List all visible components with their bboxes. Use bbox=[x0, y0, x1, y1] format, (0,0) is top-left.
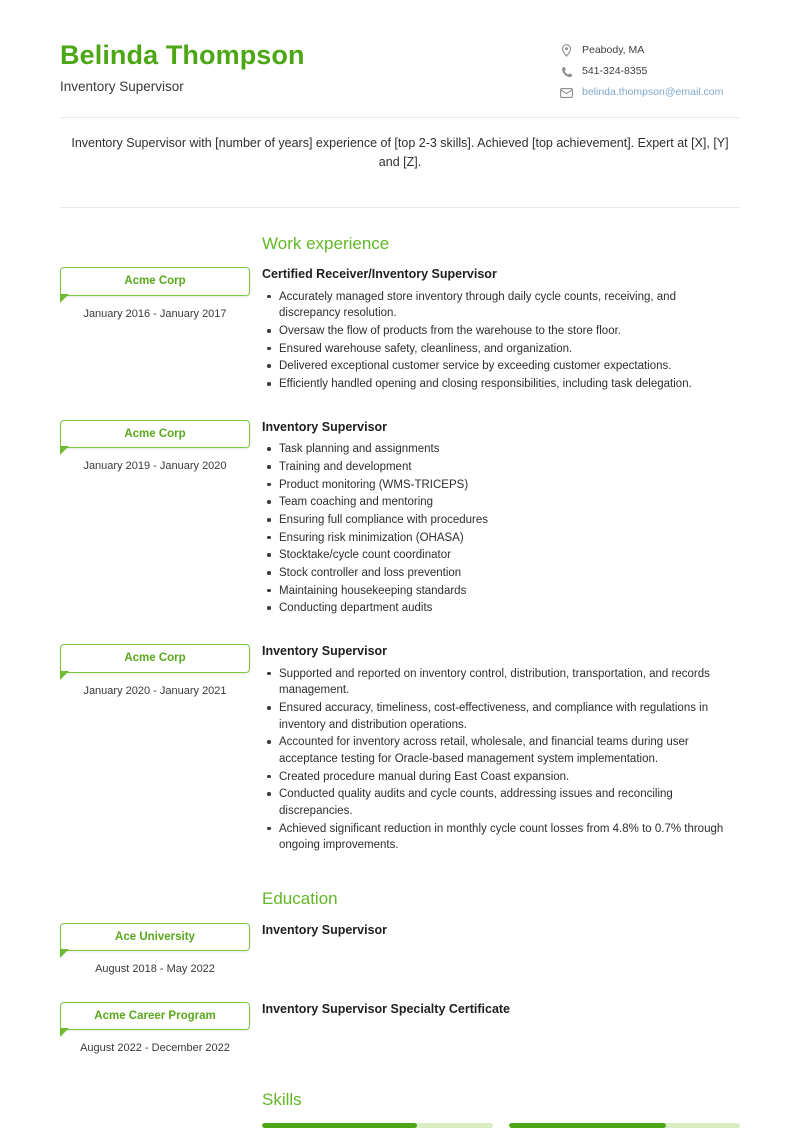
education-entry-dates: August 2018 - May 2022 bbox=[95, 962, 215, 975]
list-item: Stock controller and loss prevention bbox=[267, 565, 740, 582]
list-item: Oversaw the flow of products from the wa… bbox=[267, 323, 740, 340]
list-item: Achieved significant reduction in monthl… bbox=[267, 821, 740, 854]
skill-item: Inventory Management bbox=[262, 1123, 493, 1128]
contact-phone-text: 541-324-8355 bbox=[582, 65, 648, 78]
envelope-icon bbox=[560, 86, 573, 99]
list-item: Ensuring full compliance with procedures bbox=[267, 512, 740, 529]
work-entry-dates: January 2019 - January 2020 bbox=[83, 460, 227, 473]
institution-badge: Acme Career Program bbox=[60, 1002, 250, 1038]
contact-email: belinda.thompson@email.com bbox=[560, 86, 740, 99]
candidate-name: Belinda Thompson bbox=[60, 40, 305, 70]
list-item: Accurately managed store inventory throu… bbox=[267, 289, 740, 322]
skill-progress-track bbox=[262, 1123, 493, 1128]
candidate-job-title: Inventory Supervisor bbox=[60, 79, 184, 95]
skill-progress-track bbox=[509, 1123, 740, 1128]
list-item: Training and development bbox=[267, 459, 740, 476]
list-item: Product monitoring (WMS-TRICEPS) bbox=[267, 477, 740, 494]
skills-section: Skills Inventory Management SKU (Stock K… bbox=[60, 1090, 740, 1128]
education-entry: Ace University August 2018 - May 2022 In… bbox=[60, 922, 740, 977]
contact-phone: 541-324-8355 bbox=[560, 65, 740, 78]
work-entry-bullets: Supported and reported on inventory cont… bbox=[262, 666, 740, 854]
education-entry: Acme Career Program August 2022 - Decemb… bbox=[60, 1002, 740, 1056]
skill-progress-fill bbox=[509, 1123, 667, 1128]
company-badge: Acme Corp bbox=[60, 644, 250, 680]
list-item: Ensured accuracy, timeliness, cost-effec… bbox=[267, 700, 740, 733]
work-entry-dates: January 2016 - January 2017 bbox=[83, 307, 227, 320]
resume-header: Belinda Thompson Inventory Supervisor Pe… bbox=[60, 0, 740, 99]
list-item: Created procedure manual during East Coa… bbox=[267, 769, 740, 786]
contact-email-text[interactable]: belinda.thompson@email.com bbox=[582, 86, 723, 99]
list-item: Delivered exceptional customer service b… bbox=[267, 358, 740, 375]
contact-location: Peabody, MA bbox=[560, 44, 740, 57]
list-item: Efficiently handled opening and closing … bbox=[267, 376, 740, 393]
work-entry: Acme Corp January 2019 - January 2020 In… bbox=[60, 419, 740, 618]
list-item: Team coaching and mentoring bbox=[267, 494, 740, 511]
company-badge: Acme Corp bbox=[60, 419, 250, 456]
list-item: Accounted for inventory across retail, w… bbox=[267, 734, 740, 767]
phone-icon bbox=[560, 65, 573, 78]
company-badge: Acme Corp bbox=[60, 267, 250, 303]
work-entry-title: Inventory Supervisor bbox=[262, 419, 388, 434]
skills-grid: Inventory Management SKU (Stock Keeping … bbox=[262, 1123, 740, 1128]
work-entry-bullets: Accurately managed store inventory throu… bbox=[262, 289, 740, 393]
section-heading-skills: Skills bbox=[262, 1089, 302, 1109]
work-entry: Acme Corp January 2016 - January 2017 Ce… bbox=[60, 267, 740, 394]
list-item: Maintaining housekeeping standards bbox=[267, 583, 740, 600]
education-entry-dates: August 2022 - December 2022 bbox=[80, 1042, 230, 1055]
skill-progress-fill bbox=[262, 1123, 417, 1128]
list-item: Conducted quality audits and cycle count… bbox=[267, 786, 740, 819]
contact-block: Peabody, MA 541-324-8355 belinda.thompso… bbox=[560, 38, 740, 99]
resume-page: Belinda Thompson Inventory Supervisor Pe… bbox=[0, 0, 800, 1128]
work-entry-title: Inventory Supervisor bbox=[262, 644, 388, 659]
work-entry-dates: January 2020 - January 2021 bbox=[83, 684, 227, 697]
section-heading-work: Work experience bbox=[262, 233, 390, 253]
map-pin-icon bbox=[560, 44, 573, 57]
section-heading-education: Education bbox=[262, 889, 338, 909]
list-item: Task planning and assignments bbox=[267, 441, 740, 458]
list-item: Stocktake/cycle count coordinator bbox=[267, 547, 740, 564]
institution-badge: Ace University bbox=[60, 922, 250, 959]
list-item: Conducting department audits bbox=[267, 600, 740, 617]
education-entry-title: Inventory Supervisor Specialty Certifica… bbox=[262, 1002, 511, 1017]
list-item: Supported and reported on inventory cont… bbox=[267, 666, 740, 699]
identity-block: Belinda Thompson Inventory Supervisor bbox=[60, 38, 305, 95]
education-section: Education bbox=[60, 889, 740, 922]
work-entry-title: Certified Receiver/Inventory Supervisor bbox=[262, 267, 497, 282]
professional-summary: Inventory Supervisor with [number of yea… bbox=[71, 136, 729, 170]
list-item: Ensured warehouse safety, cleanliness, a… bbox=[267, 341, 740, 358]
work-entry: Acme Corp January 2020 - January 2021 In… bbox=[60, 644, 740, 855]
list-item: Ensuring risk minimization (OHASA) bbox=[267, 530, 740, 547]
work-experience-section: Work experience bbox=[60, 234, 740, 267]
work-entry-bullets: Task planning and assignments Training a… bbox=[262, 441, 740, 617]
education-entry-title: Inventory Supervisor bbox=[262, 922, 388, 937]
contact-location-text: Peabody, MA bbox=[582, 44, 645, 57]
skill-item: SKU (Stock Keeping Unit) Management bbox=[509, 1123, 740, 1128]
